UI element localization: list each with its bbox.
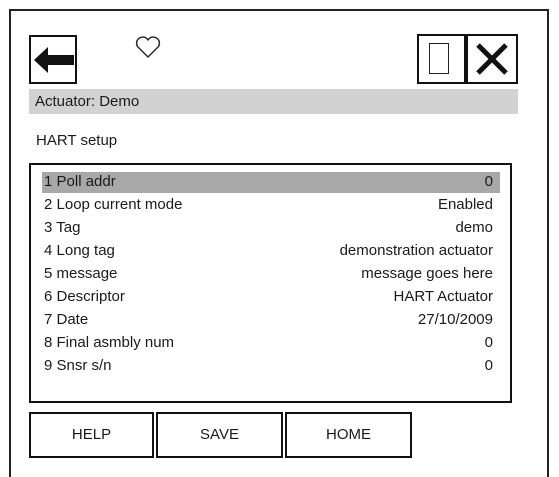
section-title: HART setup (36, 132, 118, 149)
home-button[interactable]: HOME (285, 412, 412, 458)
item-label: 7 Date (44, 311, 89, 328)
list-item-poll-addr[interactable]: 1 Poll addr 0 (42, 172, 500, 193)
list-item-tag[interactable]: 3 Tag demo (42, 218, 500, 239)
item-value: demonstration actuator (339, 242, 493, 259)
item-value: message goes here (361, 265, 493, 282)
square-outline-icon (429, 43, 449, 74)
item-label: 1 Poll addr (44, 173, 116, 190)
close-x-icon (476, 43, 508, 75)
item-value: demo (455, 219, 493, 236)
item-label: 3 Tag (44, 219, 81, 236)
list-item-long-tag[interactable]: 4 Long tag demonstration actuator (42, 241, 500, 262)
item-value: 0 (484, 357, 493, 374)
item-label: 8 Final asmbly num (44, 334, 175, 351)
item-label: 5 message (44, 265, 118, 282)
item-label: 2 Loop current mode (44, 196, 183, 213)
item-value: HART Actuator (393, 288, 494, 305)
parameter-list: 1 Poll addr 0 2 Loop current mode Enable… (29, 163, 512, 403)
list-item-final-asmbly-num[interactable]: 8 Final asmbly num 0 (42, 333, 500, 354)
square-button[interactable] (417, 34, 466, 84)
list-item-descriptor[interactable]: 6 Descriptor HART Actuator (42, 287, 500, 308)
save-button[interactable]: SAVE (156, 412, 283, 458)
item-value: 0 (484, 173, 493, 190)
list-item-date[interactable]: 7 Date 27/10/2009 (42, 310, 500, 331)
list-item-message[interactable]: 5 message message goes here (42, 264, 500, 285)
item-value: 0 (484, 334, 493, 351)
item-value: 27/10/2009 (417, 311, 493, 328)
help-button[interactable]: HELP (29, 412, 154, 458)
item-label: 4 Long tag (44, 242, 115, 259)
item-label: 9 Snsr s/n (44, 357, 112, 374)
heart-outline-icon[interactable] (134, 33, 162, 61)
item-value: Enabled (437, 196, 493, 213)
back-button[interactable] (29, 35, 77, 84)
list-item-loop-current-mode[interactable]: 2 Loop current mode Enabled (42, 195, 500, 216)
list-item-snsr-sn[interactable]: 9 Snsr s/n 0 (42, 356, 500, 377)
left-arrow-icon (34, 47, 74, 73)
item-label: 6 Descriptor (44, 288, 125, 305)
close-button[interactable] (466, 34, 518, 84)
actuator-label: Actuator: Demo (35, 93, 140, 110)
actuator-header: Actuator: Demo (29, 89, 518, 114)
